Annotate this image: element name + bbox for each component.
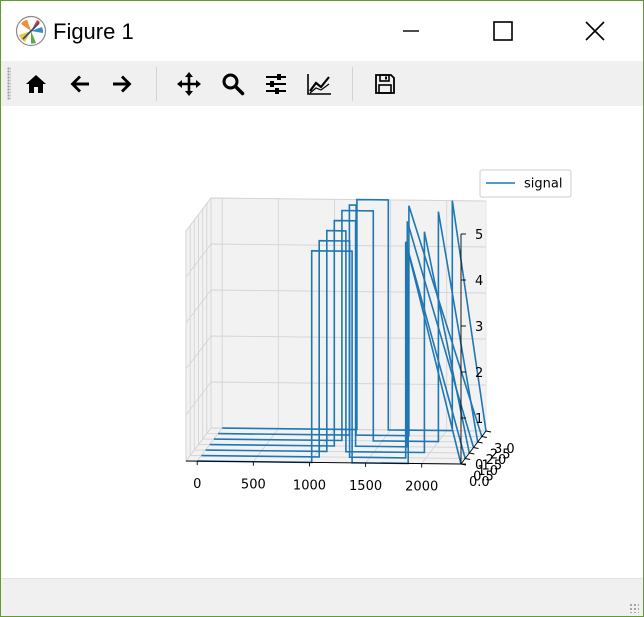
x-tick-label: 1500 — [349, 479, 382, 494]
navigation-toolbar — [1, 61, 643, 106]
y-tick — [465, 458, 471, 460]
z-tick-label: 3 — [475, 320, 483, 335]
legend: signal — [479, 169, 572, 198]
status-bar — [1, 578, 643, 616]
z-tick-label: 5 — [475, 228, 483, 243]
matplotlib-logo-icon — [15, 15, 47, 47]
minimize-icon — [403, 30, 419, 32]
figure-window: Figure 1 0 500 1000 1500 2000 0.0 0.5 1.… — [0, 0, 644, 617]
magnifier-icon — [222, 73, 245, 96]
plot-3d[interactable]: 0 500 1000 1500 2000 0.00.51.01.52.02.53.0012… — [1, 106, 643, 578]
y-tick — [481, 436, 487, 438]
arrow-left-icon — [70, 75, 89, 93]
resize-grip[interactable] — [629, 603, 639, 613]
close-button[interactable] — [549, 1, 641, 61]
z-tick-label: 2 — [475, 366, 483, 381]
move-icon — [177, 72, 201, 96]
home-button[interactable] — [19, 67, 53, 101]
z-tick-label: 0 — [475, 458, 483, 473]
customize-button[interactable] — [302, 67, 336, 101]
x-tick-label: 1000 — [293, 478, 326, 493]
figure-canvas[interactable]: 0 500 1000 1500 2000 0.0 0.5 1.0 1.5 2.0 2.5 3.0 0 1 2… — [1, 106, 643, 578]
pan-button[interactable] — [172, 67, 206, 101]
z-tick-label: 4 — [475, 274, 483, 289]
y-tick — [469, 452, 475, 455]
y-tick — [485, 430, 492, 433]
legend-label-signal: signal — [524, 177, 562, 192]
floppy-disk-icon — [375, 74, 395, 94]
y-tick-label: 3.0 — [494, 442, 515, 457]
close-icon — [585, 21, 605, 41]
home-icon — [26, 75, 46, 93]
toolbar-grip[interactable] — [7, 67, 11, 100]
axes-panes — [185, 196, 487, 465]
back-button[interactable] — [63, 67, 97, 101]
subplots-button[interactable] — [259, 67, 293, 101]
line-chart-icon — [307, 74, 331, 95]
sliders-icon — [266, 74, 286, 94]
z-tick-label: 1 — [475, 412, 483, 427]
title-bar[interactable]: Figure 1 — [1, 1, 643, 61]
save-button[interactable] — [368, 67, 402, 101]
x-tick-label: 500 — [241, 478, 266, 493]
y-tick — [477, 441, 483, 444]
zoom-button[interactable] — [216, 67, 250, 101]
maximize-icon — [493, 21, 513, 41]
window-title: Figure 1 — [53, 19, 134, 44]
y-tick — [473, 447, 479, 449]
maximize-button[interactable] — [457, 1, 549, 61]
forward-button[interactable] — [105, 67, 139, 101]
x-tick-label: 0 — [193, 477, 201, 492]
toolbar-separator — [352, 67, 353, 101]
x-tick-label: 2000 — [405, 480, 438, 495]
arrow-right-icon — [113, 75, 132, 93]
minimize-button[interactable] — [365, 1, 457, 61]
toolbar-separator — [156, 67, 157, 101]
